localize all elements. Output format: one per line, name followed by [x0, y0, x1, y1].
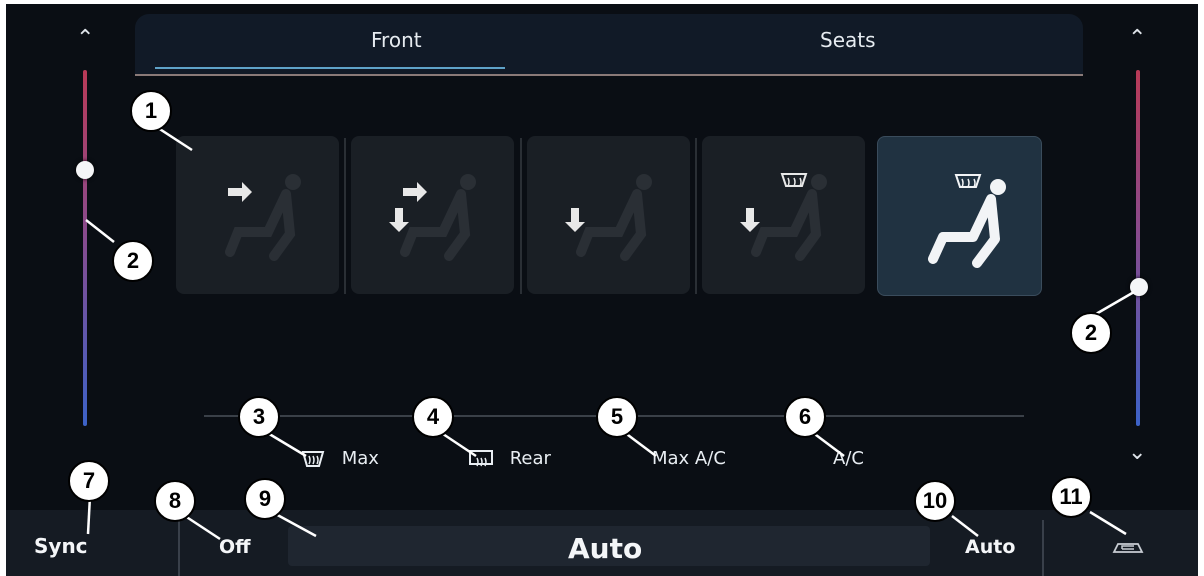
callout-2-left: 2 [112, 240, 154, 282]
max-defrost-label: Max [341, 448, 379, 469]
fan-speed-label: Auto [568, 532, 643, 565]
callout-10: 10 [914, 480, 956, 522]
mode-face-feet-button[interactable] [351, 136, 514, 294]
rear-defrost-icon [469, 450, 493, 467]
left-temp-slider[interactable] [83, 70, 87, 426]
sync-button[interactable]: Sync [34, 534, 88, 558]
callout-6: 6 [784, 396, 826, 438]
callout-1: 1 [130, 90, 172, 132]
ac-button[interactable]: A/C [833, 448, 864, 469]
bottom-divider [1042, 520, 1044, 576]
mode-defrost-all-button[interactable] [877, 136, 1042, 296]
right-temp-knob[interactable] [1130, 278, 1148, 297]
mode-divider [344, 138, 346, 294]
tab-seats[interactable]: Seats [820, 28, 876, 52]
climate-screen: Front Seats ⌃ ⌃ ⌄ Max Rear Max A/C A/C S… [6, 4, 1198, 576]
max-defrost-button[interactable]: Max [300, 448, 379, 470]
tab-active-indicator [155, 67, 505, 69]
max-ac-button[interactable]: Max A/C [652, 448, 726, 469]
left-temp-up-icon[interactable]: ⌃ [76, 28, 94, 50]
mode-feet-defrost-button[interactable] [702, 136, 865, 294]
callout-8: 8 [154, 480, 196, 522]
mode-feet-button[interactable] [527, 136, 690, 294]
rear-defrost-label: Rear [509, 448, 551, 469]
max-defrost-icon [301, 451, 325, 467]
right-temp-down-icon[interactable]: ⌄ [1128, 442, 1146, 464]
right-temp-slider[interactable] [1136, 70, 1140, 426]
callout-5: 5 [596, 396, 638, 438]
callout-4: 4 [412, 396, 454, 438]
defrost-all-mode-icon [928, 174, 1006, 268]
mode-face-button[interactable] [176, 136, 339, 294]
tab-bar: Front Seats [135, 14, 1083, 76]
right-temp-up-icon[interactable]: ⌃ [1128, 28, 1146, 50]
callout-3: 3 [238, 396, 280, 438]
face-mode-icon [225, 174, 301, 261]
callout-7: 7 [68, 460, 110, 502]
mode-divider [695, 138, 697, 294]
auto-button[interactable]: Auto [965, 536, 1015, 558]
feet-defrost-mode-icon [740, 173, 827, 261]
left-temp-knob[interactable] [76, 160, 94, 179]
tab-front[interactable]: Front [371, 28, 422, 52]
mode-divider [520, 138, 522, 294]
callout-2-right: 2 [1070, 312, 1112, 354]
recirculation-button[interactable] [1110, 536, 1146, 562]
feet-mode-icon [565, 174, 652, 261]
recirculation-icon [1112, 543, 1144, 553]
callout-9: 9 [244, 478, 286, 520]
bottom-divider [178, 520, 180, 576]
fan-off-button[interactable]: Off [219, 536, 251, 558]
face-feet-mode-icon [389, 174, 476, 261]
rear-defrost-button[interactable]: Rear [468, 448, 551, 470]
callout-11: 11 [1050, 476, 1092, 518]
